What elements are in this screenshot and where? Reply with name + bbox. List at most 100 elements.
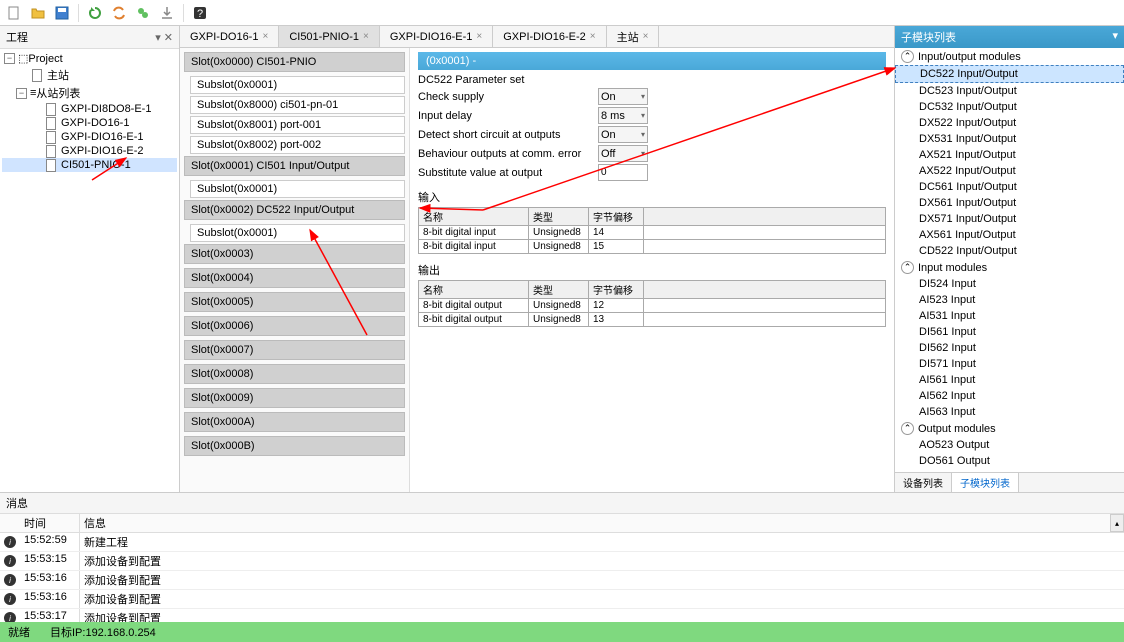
slot-item[interactable]: Slot(0x0001) CI501 Input/Output	[184, 156, 405, 176]
close-icon[interactable]: ×	[363, 31, 369, 42]
subslot-item[interactable]: Subslot(0x8001) port-001	[190, 116, 405, 134]
dropdown-icon[interactable]: ▾	[1112, 29, 1118, 45]
tab-GXPI-DIO16-E-1[interactable]: GXPI-DIO16-E-1×	[380, 26, 493, 47]
message-panel: 消息 时间 信息 ▴ i15:52:59新建工程i15:53:15添加设备到配置…	[0, 492, 1124, 622]
module-item[interactable]: DX522 Input/Output	[895, 115, 1124, 131]
tree-node-CI501-PNIO-1[interactable]: CI501-PNIO-1	[2, 158, 177, 172]
new-file-icon[interactable]	[4, 3, 24, 23]
param-select[interactable]: On▾	[598, 88, 648, 105]
tree-root[interactable]: − ⬚ Project	[2, 51, 177, 66]
param-label: Substitute value at output	[418, 167, 598, 179]
device-list-tab[interactable]: 设备列表	[895, 473, 952, 492]
tab-GXPI-DO16-1[interactable]: GXPI-DO16-1×	[180, 26, 279, 47]
module-item[interactable]: DI562 Input	[895, 340, 1124, 356]
build-icon[interactable]	[133, 3, 153, 23]
module-item[interactable]: AX521 Input/Output	[895, 147, 1124, 163]
module-item[interactable]: AO523 Output	[895, 437, 1124, 453]
subslot-item[interactable]: Subslot(0x8000) ci501-pn-01	[190, 96, 405, 114]
slot-item[interactable]: Slot(0x000A)	[184, 412, 405, 432]
message-panel-title: 消息	[0, 493, 1124, 514]
help-icon[interactable]: ?	[190, 3, 210, 23]
module-item[interactable]: DI524 Input	[895, 276, 1124, 292]
collapse-icon[interactable]: −	[4, 53, 15, 64]
slot-item[interactable]: Slot(0x0004)	[184, 268, 405, 288]
module-group[interactable]: ⌃Input modules	[895, 259, 1124, 276]
module-item[interactable]: DO561 Output	[895, 453, 1124, 469]
download-icon[interactable]	[157, 3, 177, 23]
close-icon[interactable]: ×	[590, 31, 596, 42]
project-icon: ⬚	[18, 52, 28, 65]
module-item[interactable]: CD522 Input/Output	[895, 243, 1124, 259]
close-icon[interactable]: ×	[262, 31, 268, 42]
slot-item[interactable]: Slot(0x0000) CI501-PNIO	[184, 52, 405, 72]
tab-CI501-PNIO-1[interactable]: CI501-PNIO-1×	[279, 26, 380, 47]
subslot-item[interactable]: Subslot(0x8002) port-002	[190, 136, 405, 154]
table-row[interactable]: 8-bit digital outputUnsigned813	[419, 313, 886, 327]
module-group[interactable]: ⌃Output modules	[895, 420, 1124, 437]
submodule-list-tab[interactable]: 子模块列表	[952, 473, 1019, 492]
tree-slavelist[interactable]: − ≡ 从站列表	[2, 84, 177, 102]
module-item[interactable]: AI562 Input	[895, 388, 1124, 404]
slot-item[interactable]: Slot(0x0002) DC522 Input/Output	[184, 200, 405, 220]
module-item[interactable]: DI571 Input	[895, 356, 1124, 372]
module-item[interactable]: DC522 Input/Output	[895, 65, 1124, 83]
tab-GXPI-DIO16-E-2[interactable]: GXPI-DIO16-E-2×	[493, 26, 606, 47]
module-item[interactable]: AI531 Input	[895, 308, 1124, 324]
collapse-icon[interactable]: ⌃	[901, 422, 914, 435]
tree-master[interactable]: 主站	[2, 66, 177, 84]
subslot-item[interactable]: Subslot(0x0001)	[190, 76, 405, 94]
slot-list: Slot(0x0000) CI501-PNIO Subslot(0x0001) Su…	[180, 48, 410, 492]
scroll-up-icon[interactable]: ▴	[1110, 514, 1124, 532]
collapse-icon[interactable]: −	[16, 88, 27, 99]
slot-item[interactable]: Slot(0x0005)	[184, 292, 405, 312]
close-icon[interactable]: ×	[476, 31, 482, 42]
param-select[interactable]: 8 ms▾	[598, 107, 648, 124]
module-item[interactable]: DX561 Input/Output	[895, 195, 1124, 211]
module-item[interactable]: DX531 Input/Output	[895, 131, 1124, 147]
module-group[interactable]: ⌃Input/output modules	[895, 48, 1124, 65]
collapse-icon[interactable]: ⌃	[901, 50, 914, 63]
slot-item[interactable]: Slot(0x0003)	[184, 244, 405, 264]
open-folder-icon[interactable]	[28, 3, 48, 23]
module-item[interactable]: AI523 Input	[895, 292, 1124, 308]
module-item[interactable]: DC523 Input/Output	[895, 83, 1124, 99]
param-label: Input delay	[418, 110, 598, 122]
subslot-item[interactable]: Subslot(0x0001)	[190, 224, 405, 242]
save-icon[interactable]	[52, 3, 72, 23]
module-item[interactable]: AX522 Input/Output	[895, 163, 1124, 179]
tree-node-GXPI-DO16-1[interactable]: GXPI-DO16-1	[2, 116, 177, 130]
device-icon	[44, 117, 58, 129]
module-item[interactable]: AX561 Input/Output	[895, 227, 1124, 243]
param-label: Behaviour outputs at comm. error	[418, 148, 598, 160]
refresh-icon[interactable]	[85, 3, 105, 23]
param-input[interactable]	[598, 164, 648, 181]
table-row[interactable]: 8-bit digital outputUnsigned812	[419, 299, 886, 313]
module-item[interactable]: DI561 Input	[895, 324, 1124, 340]
slot-item[interactable]: Slot(0x0008)	[184, 364, 405, 384]
param-select[interactable]: On▾	[598, 126, 648, 143]
slot-item[interactable]: Slot(0x0006)	[184, 316, 405, 336]
sync-icon[interactable]	[109, 3, 129, 23]
slot-item[interactable]: Slot(0x0007)	[184, 340, 405, 360]
message-row: i15:53:15添加设备到配置	[0, 552, 1124, 571]
panel-dropdown-icon[interactable]: ▾ ✕	[155, 31, 173, 44]
table-row[interactable]: 8-bit digital inputUnsigned814	[419, 226, 886, 240]
tab-主站[interactable]: 主站×	[607, 26, 660, 47]
slot-item[interactable]: Slot(0x0009)	[184, 388, 405, 408]
param-select[interactable]: Off▾	[598, 145, 648, 162]
info-icon: i	[0, 571, 20, 589]
module-item[interactable]: DX571 Input/Output	[895, 211, 1124, 227]
close-icon[interactable]: ×	[643, 31, 649, 42]
subslot-item[interactable]: Subslot(0x0001)	[190, 180, 405, 198]
module-item[interactable]: AI561 Input	[895, 372, 1124, 388]
module-item[interactable]: DC561 Input/Output	[895, 179, 1124, 195]
tree-node-GXPI-DI8DO8-E-1[interactable]: GXPI-DI8DO8-E-1	[2, 102, 177, 116]
module-item[interactable]: AI563 Input	[895, 404, 1124, 420]
slot-item[interactable]: Slot(0x000B)	[184, 436, 405, 456]
info-icon: i	[0, 533, 20, 551]
collapse-icon[interactable]: ⌃	[901, 261, 914, 274]
table-row[interactable]: 8-bit digital inputUnsigned815	[419, 240, 886, 254]
tree-node-GXPI-DIO16-E-2[interactable]: GXPI-DIO16-E-2	[2, 144, 177, 158]
tree-node-GXPI-DIO16-E-1[interactable]: GXPI-DIO16-E-1	[2, 130, 177, 144]
module-item[interactable]: DC532 Input/Output	[895, 99, 1124, 115]
